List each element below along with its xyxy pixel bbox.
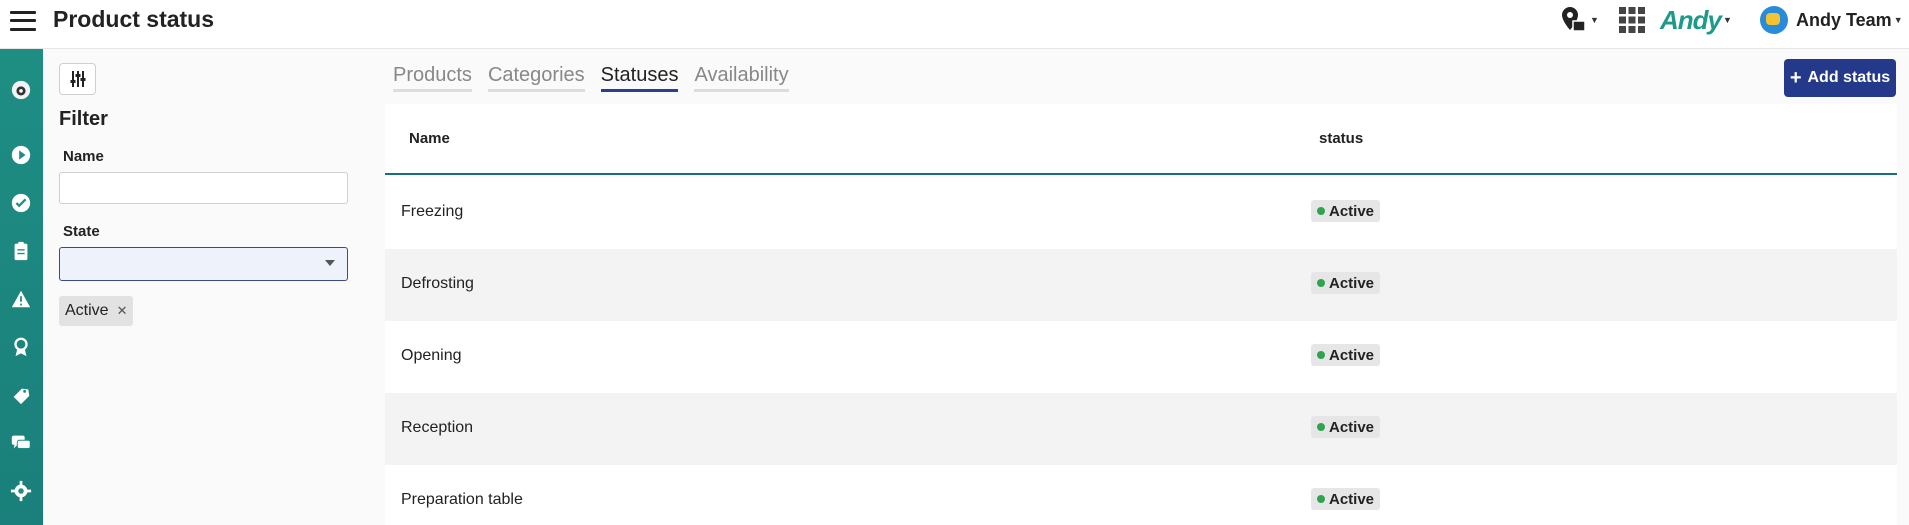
clipboard-icon[interactable]: [7, 237, 35, 265]
status-dot-icon: [1317, 351, 1325, 359]
status-badge: Active: [1311, 416, 1381, 438]
chevron-down-icon: ▼: [1893, 15, 1903, 25]
status-label: Active: [1329, 202, 1375, 220]
status-label: Active: [1329, 418, 1375, 436]
row-name: Freezing: [401, 203, 464, 220]
state-label: State: [63, 223, 100, 240]
award-icon[interactable]: [7, 333, 35, 361]
avatar: [1760, 6, 1788, 34]
state-select[interactable]: [59, 247, 348, 281]
menu-icon[interactable]: [10, 8, 36, 34]
warning-icon[interactable]: [7, 285, 35, 313]
gear-icon[interactable]: [7, 477, 35, 505]
status-badge: Active: [1311, 272, 1381, 294]
status-label: Active: [1329, 274, 1375, 292]
status-dot-icon: [1317, 423, 1325, 431]
tab-statuses[interactable]: Statuses: [600, 64, 679, 92]
check-icon[interactable]: [7, 189, 35, 217]
status-table: Name status Freezing Active Defrosting A…: [385, 104, 1897, 525]
add-status-button[interactable]: + Add status: [1784, 59, 1896, 97]
page-title: Product status: [53, 6, 215, 32]
filter-chip-active: Active ✕: [59, 296, 134, 326]
column-header-status[interactable]: status: [1319, 130, 1363, 147]
status-dot-icon: [1317, 495, 1325, 503]
add-status-label: Add status: [1807, 69, 1891, 86]
team-name: Andy Team: [1796, 9, 1892, 30]
tab-products[interactable]: Products: [393, 64, 472, 92]
tab-categories[interactable]: Categories: [487, 64, 585, 92]
sliders-icon: [70, 71, 85, 87]
bee-logo-icon[interactable]: [7, 76, 35, 104]
row-name: Defrosting: [401, 275, 474, 292]
chevron-down-icon: ▼: [1723, 15, 1732, 25]
table-row[interactable]: Opening Active: [385, 321, 1897, 393]
chip-label: Active: [65, 302, 109, 319]
table-row[interactable]: Reception Active: [385, 393, 1897, 465]
brand-logo: Andy: [1660, 4, 1722, 35]
status-badge: Active: [1311, 344, 1381, 366]
table-row[interactable]: Preparation table Active: [385, 465, 1897, 525]
plus-icon: +: [1789, 67, 1802, 89]
apps-grid-icon[interactable]: [1618, 5, 1646, 35]
filter-title: Filter: [59, 108, 108, 130]
status-badge: Active: [1311, 488, 1381, 510]
row-name: Opening: [401, 347, 462, 364]
status-badge: Active: [1311, 200, 1381, 222]
location-store-icon[interactable]: ▼: [1558, 5, 1599, 35]
tab-bar: Products Categories Statuses Availabilit…: [393, 64, 789, 92]
row-name: Reception: [401, 419, 474, 436]
tab-availability[interactable]: Availability: [694, 64, 789, 92]
name-label: Name: [63, 148, 104, 165]
status-label: Active: [1329, 346, 1375, 364]
status-label: Active: [1329, 490, 1375, 508]
top-bar: Product status ▼ Andy ▼ Andy Team ▼: [0, 0, 1909, 49]
chevron-down-icon: [325, 260, 335, 266]
table-row[interactable]: Freezing Active: [385, 177, 1897, 249]
sidebar: [0, 49, 43, 525]
brand-switcher[interactable]: Andy ▼: [1660, 5, 1732, 35]
table-header: Name status: [385, 104, 1897, 175]
play-icon[interactable]: [7, 141, 35, 169]
row-name: Preparation table: [401, 491, 523, 508]
column-header-name[interactable]: Name: [409, 130, 450, 147]
tag-icon[interactable]: [7, 381, 35, 409]
table-row[interactable]: Defrosting Active: [385, 249, 1897, 321]
filter-toggle-button[interactable]: [59, 63, 96, 95]
close-icon[interactable]: ✕: [117, 303, 128, 319]
status-dot-icon: [1317, 279, 1325, 287]
team-menu[interactable]: Andy Team ▼: [1760, 5, 1903, 35]
name-filter-input[interactable]: [59, 172, 348, 204]
chat-icon[interactable]: [7, 429, 35, 457]
status-dot-icon: [1317, 207, 1325, 215]
